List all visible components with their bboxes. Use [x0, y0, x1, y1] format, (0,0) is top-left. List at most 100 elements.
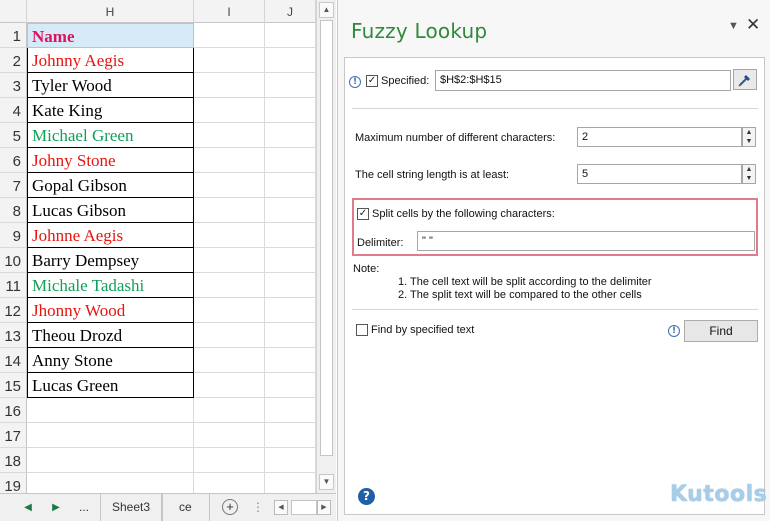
name-cell[interactable]: Michale Tadashi: [27, 273, 194, 298]
hscroll-left-icon[interactable]: ◀: [274, 500, 288, 515]
name-cell[interactable]: [27, 398, 194, 423]
row-number[interactable]: 19: [0, 473, 27, 493]
tab-sheet3[interactable]: Sheet3: [100, 494, 162, 521]
cell-j[interactable]: [265, 323, 316, 348]
cell-j[interactable]: [265, 373, 316, 398]
row-number[interactable]: 13: [0, 323, 27, 348]
name-cell[interactable]: [27, 448, 194, 473]
min-length-input[interactable]: 5: [577, 164, 742, 184]
name-cell[interactable]: Johny Stone: [27, 148, 194, 173]
find-button[interactable]: Find: [684, 320, 758, 342]
spin-down-icon[interactable]: ▼: [743, 137, 755, 146]
cell-i[interactable]: [194, 223, 265, 248]
cell-i[interactable]: [194, 148, 265, 173]
row-number[interactable]: 1: [0, 23, 27, 48]
row-number[interactable]: 9: [0, 223, 27, 248]
name-cell[interactable]: Anny Stone: [27, 348, 194, 373]
min-length-spinner[interactable]: ▲ ▼: [742, 164, 756, 184]
name-cell[interactable]: [27, 473, 194, 493]
next-sheet-icon[interactable]: ▶: [48, 494, 64, 521]
find-specified-checkbox[interactable]: [356, 324, 368, 336]
range-input[interactable]: $H$2:$H$15: [435, 70, 731, 91]
cell-j[interactable]: [265, 173, 316, 198]
row-number[interactable]: 14: [0, 348, 27, 373]
cell-i[interactable]: [194, 98, 265, 123]
name-cell[interactable]: Tyler Wood: [27, 73, 194, 98]
cell-i[interactable]: [194, 348, 265, 373]
row-number[interactable]: 11: [0, 273, 27, 298]
name-cell[interactable]: Johnny Aegis: [27, 48, 194, 73]
scroll-thumb[interactable]: [320, 20, 333, 456]
spin-up-icon[interactable]: ▲: [743, 128, 755, 137]
scroll-down-icon[interactable]: ▼: [319, 474, 334, 490]
range-picker-button[interactable]: [733, 69, 757, 90]
name-cell[interactable]: Gopal Gibson: [27, 173, 194, 198]
spin-down-icon[interactable]: ▼: [743, 174, 755, 183]
row-number[interactable]: 12: [0, 298, 27, 323]
cell-j[interactable]: [265, 223, 316, 248]
row-number[interactable]: 16: [0, 398, 27, 423]
delimiter-input[interactable]: " ": [417, 231, 755, 251]
prev-sheet-icon[interactable]: ◀: [20, 494, 36, 521]
cell-i[interactable]: [194, 73, 265, 98]
cell-j[interactable]: [265, 448, 316, 473]
range-info-icon[interactable]: !: [349, 76, 361, 88]
cell-j[interactable]: [265, 348, 316, 373]
name-cell[interactable]: Lucas Green: [27, 373, 194, 398]
name-cell[interactable]: Lucas Gibson: [27, 198, 194, 223]
cell-j[interactable]: [265, 273, 316, 298]
name-cell[interactable]: Jhonny Wood: [27, 298, 194, 323]
hscroll-thumb[interactable]: [291, 500, 317, 515]
cell-i[interactable]: [194, 423, 265, 448]
help-icon[interactable]: ?: [358, 488, 375, 505]
name-cell[interactable]: Kate King: [27, 98, 194, 123]
max-diff-input[interactable]: 2: [577, 127, 742, 147]
row-number[interactable]: 18: [0, 448, 27, 473]
add-sheet-icon[interactable]: +: [222, 499, 238, 515]
row-number[interactable]: 10: [0, 248, 27, 273]
name-header-cell[interactable]: Name: [27, 23, 194, 48]
column-header-i[interactable]: I: [194, 0, 265, 23]
cell-i[interactable]: [194, 123, 265, 148]
cell-i[interactable]: [194, 23, 265, 48]
cell-j[interactable]: [265, 298, 316, 323]
row-number[interactable]: 15: [0, 373, 27, 398]
row-number[interactable]: 4: [0, 98, 27, 123]
name-cell[interactable]: Theou Drozd: [27, 323, 194, 348]
name-cell[interactable]: [27, 423, 194, 448]
cell-j[interactable]: [265, 423, 316, 448]
row-number[interactable]: 8: [0, 198, 27, 223]
cell-j[interactable]: [265, 48, 316, 73]
scroll-up-icon[interactable]: ▲: [319, 2, 334, 18]
cell-i[interactable]: [194, 173, 265, 198]
max-diff-spinner[interactable]: ▲ ▼: [742, 127, 756, 147]
cell-i[interactable]: [194, 298, 265, 323]
cell-j[interactable]: [265, 73, 316, 98]
name-cell[interactable]: Barry Dempsey: [27, 248, 194, 273]
cell-i[interactable]: [194, 198, 265, 223]
column-header-j[interactable]: J: [265, 0, 316, 23]
cell-j[interactable]: [265, 198, 316, 223]
row-number[interactable]: 17: [0, 423, 27, 448]
split-checkbox[interactable]: ✓: [357, 208, 369, 220]
cell-j[interactable]: [265, 148, 316, 173]
more-sheets-left[interactable]: ...: [74, 494, 94, 521]
cell-i[interactable]: [194, 448, 265, 473]
find-info-icon[interactable]: !: [668, 325, 680, 337]
vertical-scrollbar[interactable]: ▲ ▼: [316, 0, 336, 493]
cell-j[interactable]: [265, 23, 316, 48]
row-number[interactable]: 7: [0, 173, 27, 198]
cell-i[interactable]: [194, 248, 265, 273]
cell-j[interactable]: [265, 123, 316, 148]
close-icon[interactable]: ✕: [746, 15, 760, 35]
tabbar-splitter-icon[interactable]: ⋮: [252, 494, 264, 521]
cell-i[interactable]: [194, 473, 265, 493]
tab-partial[interactable]: ce: [162, 494, 210, 521]
cell-j[interactable]: [265, 98, 316, 123]
pane-menu-icon[interactable]: ▼: [728, 20, 739, 32]
name-cell[interactable]: Michael Green: [27, 123, 194, 148]
row-number[interactable]: 2: [0, 48, 27, 73]
cell-j[interactable]: [265, 398, 316, 423]
row-number[interactable]: 5: [0, 123, 27, 148]
cell-j[interactable]: [265, 248, 316, 273]
